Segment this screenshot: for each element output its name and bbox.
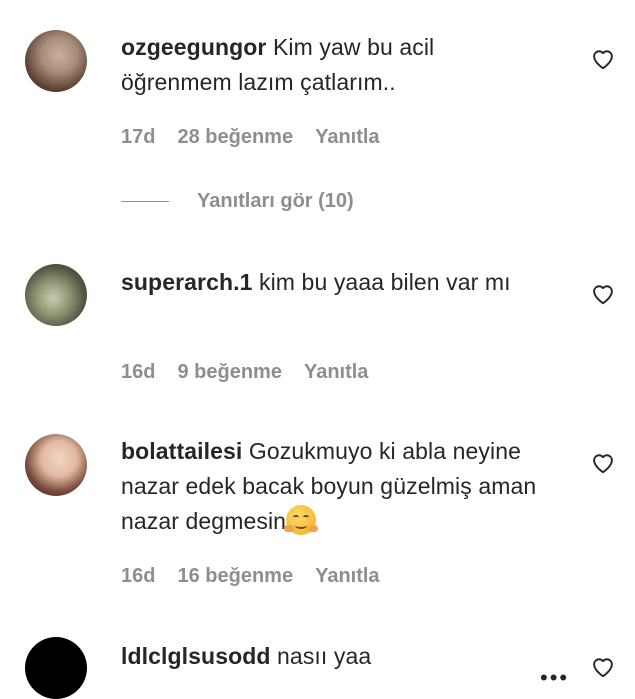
reply-button[interactable]: Yanıtla: [304, 361, 368, 384]
heart-outline-icon: [593, 50, 613, 70]
comment-username[interactable]: superarch.1: [121, 269, 253, 295]
replies-divider-line: [121, 200, 169, 203]
comment-username[interactable]: bolattailesi: [121, 438, 242, 464]
comment-age: 16d: [121, 565, 156, 587]
comment-age: 16d: [121, 361, 156, 383]
avatar[interactable]: [25, 434, 87, 496]
comment-meta: 16d 16 beğenme Yanıtla: [121, 565, 380, 588]
like-button[interactable]: [590, 281, 616, 307]
likes-count[interactable]: 9 beğenme: [177, 361, 281, 384]
reply-button[interactable]: Yanıtla: [315, 565, 379, 588]
comment-text-block: superarch.1 kim bu yaaa bilen var mı: [121, 265, 541, 300]
comment-text-block: ozgeegungor Kim yaw bu acil öğrenmem laz…: [121, 30, 541, 100]
likes-count[interactable]: 28 beğenme: [177, 126, 293, 149]
like-button[interactable]: [590, 46, 616, 72]
likes-count[interactable]: 16 beğenme: [177, 565, 293, 588]
like-button[interactable]: [590, 450, 616, 476]
reply-button[interactable]: Yanıtla: [315, 126, 379, 149]
comment-meta: 16d 9 beğenme Yanıtla: [121, 361, 368, 384]
avatar[interactable]: [25, 637, 87, 699]
heart-outline-icon: [593, 454, 613, 474]
heart-outline-icon: [593, 285, 613, 305]
comment-username[interactable]: ldlclglsusodd: [121, 643, 271, 669]
comment-username[interactable]: ozgeegungor: [121, 34, 266, 60]
comment-text-block: bolattailesi Gozukmuyo ki abla neyine na…: [121, 434, 551, 539]
view-replies-label: Yanıtları gör (10): [197, 190, 354, 212]
comment-text-block: ldlclglsusodd nasıı yaa: [121, 639, 541, 674]
more-dots-icon[interactable]: •••: [540, 665, 569, 691]
avatar[interactable]: [25, 30, 87, 92]
comment-age: 17d: [121, 126, 156, 148]
comment-text: kim bu yaaa bilen var mı: [259, 269, 511, 295]
heart-outline-icon: [593, 658, 613, 678]
comment-text: nasıı yaa: [277, 643, 372, 669]
like-button[interactable]: [590, 654, 616, 680]
smiling-hug-emoji-icon: [284, 505, 319, 535]
avatar[interactable]: [25, 264, 87, 326]
view-replies-button[interactable]: Yanıtları gör (10): [121, 190, 354, 213]
comment-meta: 17d 28 beğenme Yanıtla: [121, 126, 380, 149]
